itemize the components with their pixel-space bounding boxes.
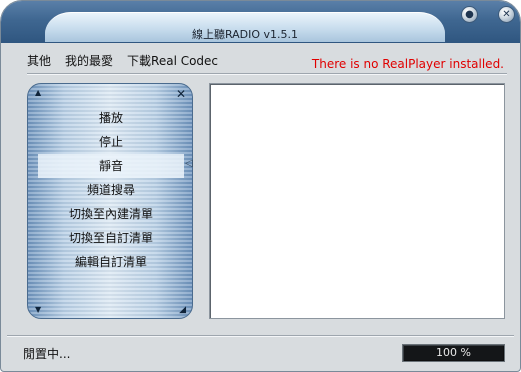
control-panel: ▲ ✕ 播放 停止 靜音 頻道搜尋 切換至內建清單 切換至自訂清單 編輯自訂清單… — [27, 83, 193, 319]
play-button[interactable]: 播放 — [38, 106, 184, 130]
edit-custom-list-button[interactable]: 編輯自訂清單 — [38, 250, 184, 274]
close-button[interactable]: ✕ — [498, 6, 515, 23]
progress-label: 100 % — [436, 346, 471, 359]
title-bar[interactable]: 線上聽RADIO v1.5.1 ● ✕ — [1, 1, 520, 43]
status-text: 閒置中... — [23, 347, 71, 361]
channel-search-button[interactable]: 頻道搜尋 — [38, 178, 184, 202]
window-title: 線上聽RADIO v1.5.1 — [191, 28, 299, 41]
switch-custom-list-button[interactable]: 切換至自訂清單 — [38, 226, 184, 250]
control-list: 播放 停止 靜音 頻道搜尋 切換至內建清單 切換至自訂清單 編輯自訂清單 — [38, 106, 184, 274]
menu-item-other[interactable]: 其他 — [27, 52, 51, 69]
close-icon: ✕ — [502, 8, 511, 20]
minimize-icon: ● — [465, 8, 474, 20]
title-tab: 線上聽RADIO v1.5.1 — [45, 12, 445, 42]
menu-item-download-codec[interactable]: 下載Real Codec — [127, 52, 218, 69]
menu-bar: 其他 我的最愛 下載Real Codec There is no RealPla… — [1, 43, 520, 79]
realplayer-warning: There is no RealPlayer installed. — [311, 57, 504, 71]
switch-builtin-list-button[interactable]: 切換至內建清單 — [38, 202, 184, 226]
resize-grip-icon[interactable]: ◢ — [179, 305, 186, 315]
stop-button[interactable]: 停止 — [38, 130, 184, 154]
minimize-button[interactable]: ● — [461, 6, 478, 23]
collapse-panel-icon[interactable]: ◁ — [185, 156, 193, 170]
mute-button[interactable]: 靜音 — [38, 154, 184, 178]
content-area[interactable] — [209, 83, 505, 319]
progress-bar: 100 % — [402, 344, 505, 362]
scroll-down-icon[interactable]: ▼ — [35, 305, 41, 314]
scroll-up-icon[interactable]: ▲ — [35, 88, 41, 97]
app-window: 線上聽RADIO v1.5.1 ● ✕ 其他 我的最愛 下載Real Codec… — [0, 0, 521, 372]
menu-items: 其他 我的最愛 下載Real Codec — [27, 52, 218, 69]
status-divider-highlight — [7, 336, 514, 337]
panel-close-icon[interactable]: ✕ — [176, 87, 186, 101]
menu-divider-highlight — [27, 74, 507, 75]
menu-item-favorites[interactable]: 我的最愛 — [65, 52, 113, 69]
